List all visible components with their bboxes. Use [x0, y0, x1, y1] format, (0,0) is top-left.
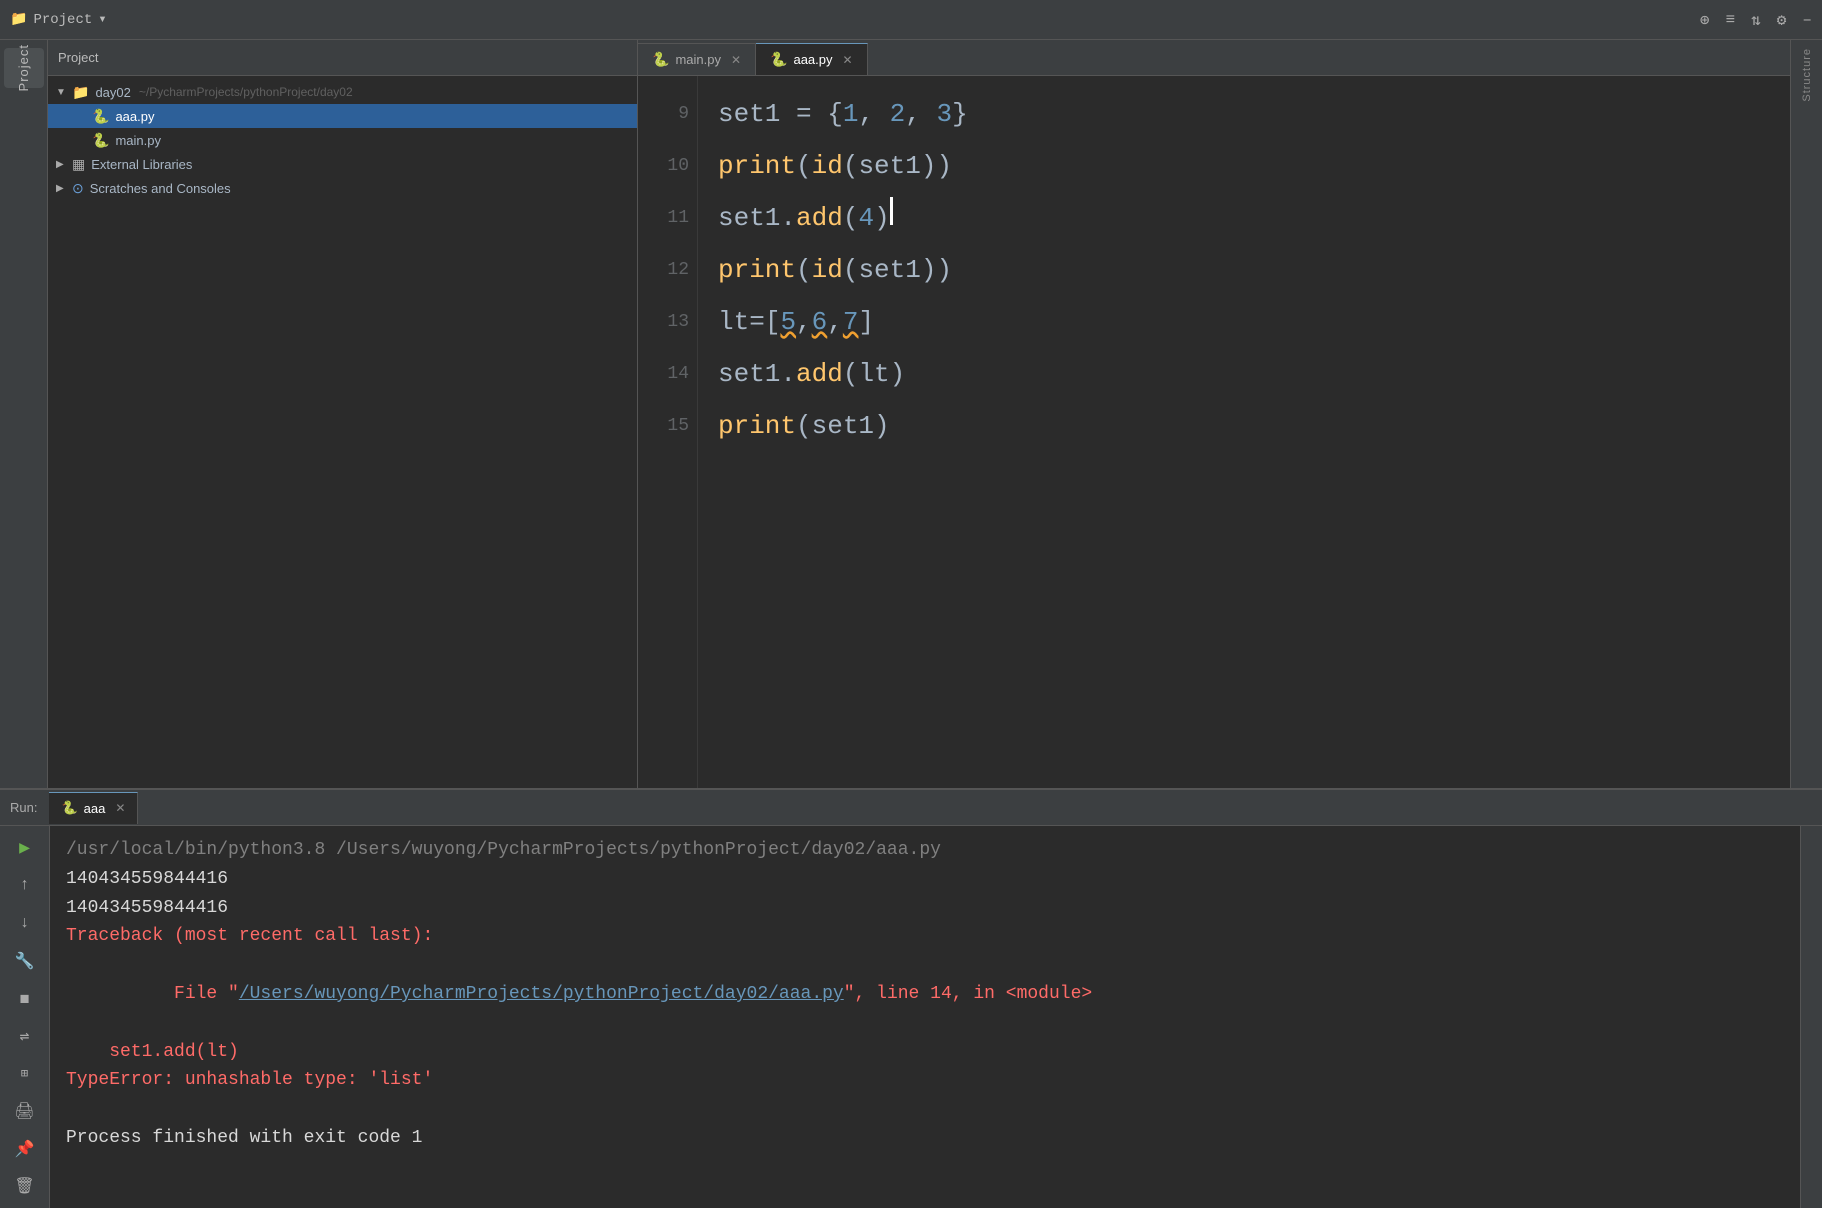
- tree-label-ext-libs: External Libraries: [91, 157, 192, 172]
- dropdown-arrow[interactable]: ▾: [98, 11, 106, 28]
- traceback-link[interactable]: /Users/wuyong/PycharmProjects/pythonProj…: [239, 984, 844, 1004]
- main-layout: Project Project ▼ 📁 day02 ~/PycharmProje…: [0, 40, 1822, 788]
- code-line-11: set1 . add ( 4 ): [718, 192, 1770, 244]
- tab-label-aaa: aaa.py: [793, 52, 832, 67]
- code-editor: 9 10 11 12 13 14 15 set1 = { 1 , 2 ,: [638, 76, 1790, 788]
- console-wrapper: ▶ ↑ ↓ 🔧 ◼ ⇌ ⊞ 🖨 📌 🗑 /usr/local/bin/pytho…: [0, 826, 1822, 1208]
- tree-item-scratches[interactable]: ▶ ⊙ Scratches and Consoles: [48, 176, 637, 200]
- py-icon-main: 🐍: [92, 132, 109, 149]
- py-icon-aaa: 🐍: [92, 108, 109, 125]
- pin-button[interactable]: ⊞: [11, 1060, 39, 1088]
- left-sidebar-strip: Project: [0, 40, 48, 788]
- tree-arrow-day02: ▼: [56, 87, 68, 98]
- console-line-2: 140434559844416: [66, 894, 1784, 923]
- tab-aaa-py[interactable]: 🐍 aaa.py ✕: [756, 43, 868, 75]
- project-panel: Project ▼ 📁 day02 ~/PycharmProjects/pyth…: [48, 40, 638, 788]
- project-panel-header: Project: [48, 40, 637, 76]
- console-line-7: [66, 1095, 1784, 1124]
- run-tabs-bar: Run: 🐍 aaa ✕: [0, 790, 1822, 826]
- cursor: [890, 197, 893, 225]
- code-line-14: set1 . add (lt): [718, 348, 1770, 400]
- console-line-0: /usr/local/bin/python3.8 /Users/wuyong/P…: [66, 836, 1784, 865]
- run-tab-close[interactable]: ✕: [115, 801, 125, 815]
- tree-arrow-ext: ▶: [56, 159, 68, 170]
- tree-label-day02: day02: [95, 85, 130, 100]
- tree-arrow-scratches: ▶: [56, 183, 68, 194]
- tab-close-aaa[interactable]: ✕: [843, 53, 853, 67]
- code-line-12: print ( id (set1)): [718, 244, 1770, 296]
- tree-label-aaa: aaa.py: [115, 109, 154, 124]
- console-toolbar: ▶ ↑ ↓ 🔧 ◼ ⇌ ⊞ 🖨 📌 🗑: [0, 826, 50, 1208]
- sort-icon[interactable]: ⇅: [1751, 10, 1761, 30]
- code-var-set1-9: set1: [718, 88, 780, 140]
- code-content[interactable]: set1 = { 1 , 2 , 3 } print ( id (set1)): [698, 76, 1790, 788]
- run-tab-aaa[interactable]: 🐍 aaa ✕: [49, 792, 138, 824]
- right-sidebar-strip: Structure: [1790, 40, 1822, 788]
- minimize-icon[interactable]: –: [1802, 11, 1812, 29]
- wrench-button[interactable]: 🔧: [11, 947, 39, 975]
- target-icon[interactable]: ⊕: [1700, 10, 1710, 30]
- folder-icon: 📁: [10, 11, 27, 28]
- wrap-button[interactable]: ⇌: [11, 1022, 39, 1050]
- pin2-button[interactable]: 📌: [11, 1135, 39, 1163]
- scratches-icon: ⊙: [72, 180, 84, 197]
- console-line-5: set1.add(lt): [66, 1038, 1784, 1067]
- code-area: 🐍 main.py ✕ 🐍 aaa.py ✕ 9 10 11 12 13 14 …: [638, 40, 1790, 788]
- top-bar-actions: ⊕ ≡ ⇅ ⚙ –: [1700, 10, 1812, 30]
- console-line-8: Process finished with exit code 1: [66, 1124, 1784, 1153]
- gear-icon[interactable]: ⚙: [1777, 10, 1787, 30]
- tree-item-ext-libs[interactable]: ▶ ▦ External Libraries: [48, 152, 637, 176]
- sidebar-project-button[interactable]: Project: [4, 48, 44, 88]
- bottom-section: Run: 🐍 aaa ✕ ▶ ↑ ↓ 🔧 ◼ ⇌ ⊞ 🖨 📌 🗑 /usr/lo…: [0, 788, 1822, 1208]
- tree-item-day02[interactable]: ▼ 📁 day02 ~/PycharmProjects/pythonProjec…: [48, 80, 637, 104]
- run-button[interactable]: ▶: [11, 834, 39, 862]
- project-title[interactable]: Project: [33, 12, 92, 28]
- delete-button[interactable]: 🗑: [11, 1172, 39, 1200]
- editor-tabs-bar: 🐍 main.py ✕ 🐍 aaa.py ✕: [638, 40, 1790, 76]
- code-line-10: print ( id (set1)): [718, 140, 1770, 192]
- console-line-4: File "/Users/wuyong/PycharmProjects/pyth…: [66, 951, 1784, 1037]
- folder-day02-icon: 📁: [72, 84, 89, 101]
- file-tree: ▼ 📁 day02 ~/PycharmProjects/pythonProjec…: [48, 76, 637, 788]
- tree-label-main: main.py: [115, 133, 161, 148]
- console-line-3: Traceback (most recent call last):: [66, 922, 1784, 951]
- tab-close-main[interactable]: ✕: [731, 53, 741, 67]
- scroll-up-button[interactable]: ↑: [11, 872, 39, 900]
- print-button[interactable]: 🖨: [11, 1097, 39, 1125]
- tree-item-main[interactable]: 🐍 main.py: [48, 128, 637, 152]
- list-icon[interactable]: ≡: [1726, 11, 1736, 29]
- structure-label: Structure: [1801, 48, 1813, 102]
- tree-label-scratches: Scratches and Consoles: [90, 181, 231, 196]
- run-label: Run:: [10, 800, 37, 815]
- tree-item-aaa[interactable]: 🐍 aaa.py: [48, 104, 637, 128]
- console-output: /usr/local/bin/python3.8 /Users/wuyong/P…: [50, 826, 1800, 1208]
- stop-button[interactable]: ◼: [11, 984, 39, 1012]
- folder-sidebar-icon: Project: [16, 44, 31, 91]
- line-numbers: 9 10 11 12 13 14 15: [638, 76, 698, 788]
- tab-icon-aaa: 🐍: [770, 51, 787, 68]
- code-line-13: lt = [ 5 , 6 , 7 ]: [718, 296, 1770, 348]
- tree-path-day02: ~/PycharmProjects/pythonProject/day02: [139, 85, 353, 99]
- ext-libs-icon: ▦: [72, 156, 85, 173]
- console-right-strip: [1800, 826, 1822, 1208]
- project-header-title: Project: [58, 50, 98, 65]
- code-line-15: print (set1): [718, 400, 1770, 452]
- console-line-1: 140434559844416: [66, 865, 1784, 894]
- project-label-area: 📁 Project ▾: [10, 11, 107, 28]
- run-tab-label: aaa: [84, 801, 106, 816]
- code-line-9: set1 = { 1 , 2 , 3 }: [718, 88, 1770, 140]
- scroll-down-button[interactable]: ↓: [11, 909, 39, 937]
- tab-icon-main: 🐍: [652, 51, 669, 68]
- tab-label-main: main.py: [675, 52, 721, 67]
- run-tab-icon: 🐍: [61, 800, 77, 816]
- console-line-6: TypeError: unhashable type: 'list': [66, 1066, 1784, 1095]
- tab-main-py[interactable]: 🐍 main.py ✕: [638, 43, 756, 75]
- top-bar: 📁 Project ▾ ⊕ ≡ ⇅ ⚙ –: [0, 0, 1822, 40]
